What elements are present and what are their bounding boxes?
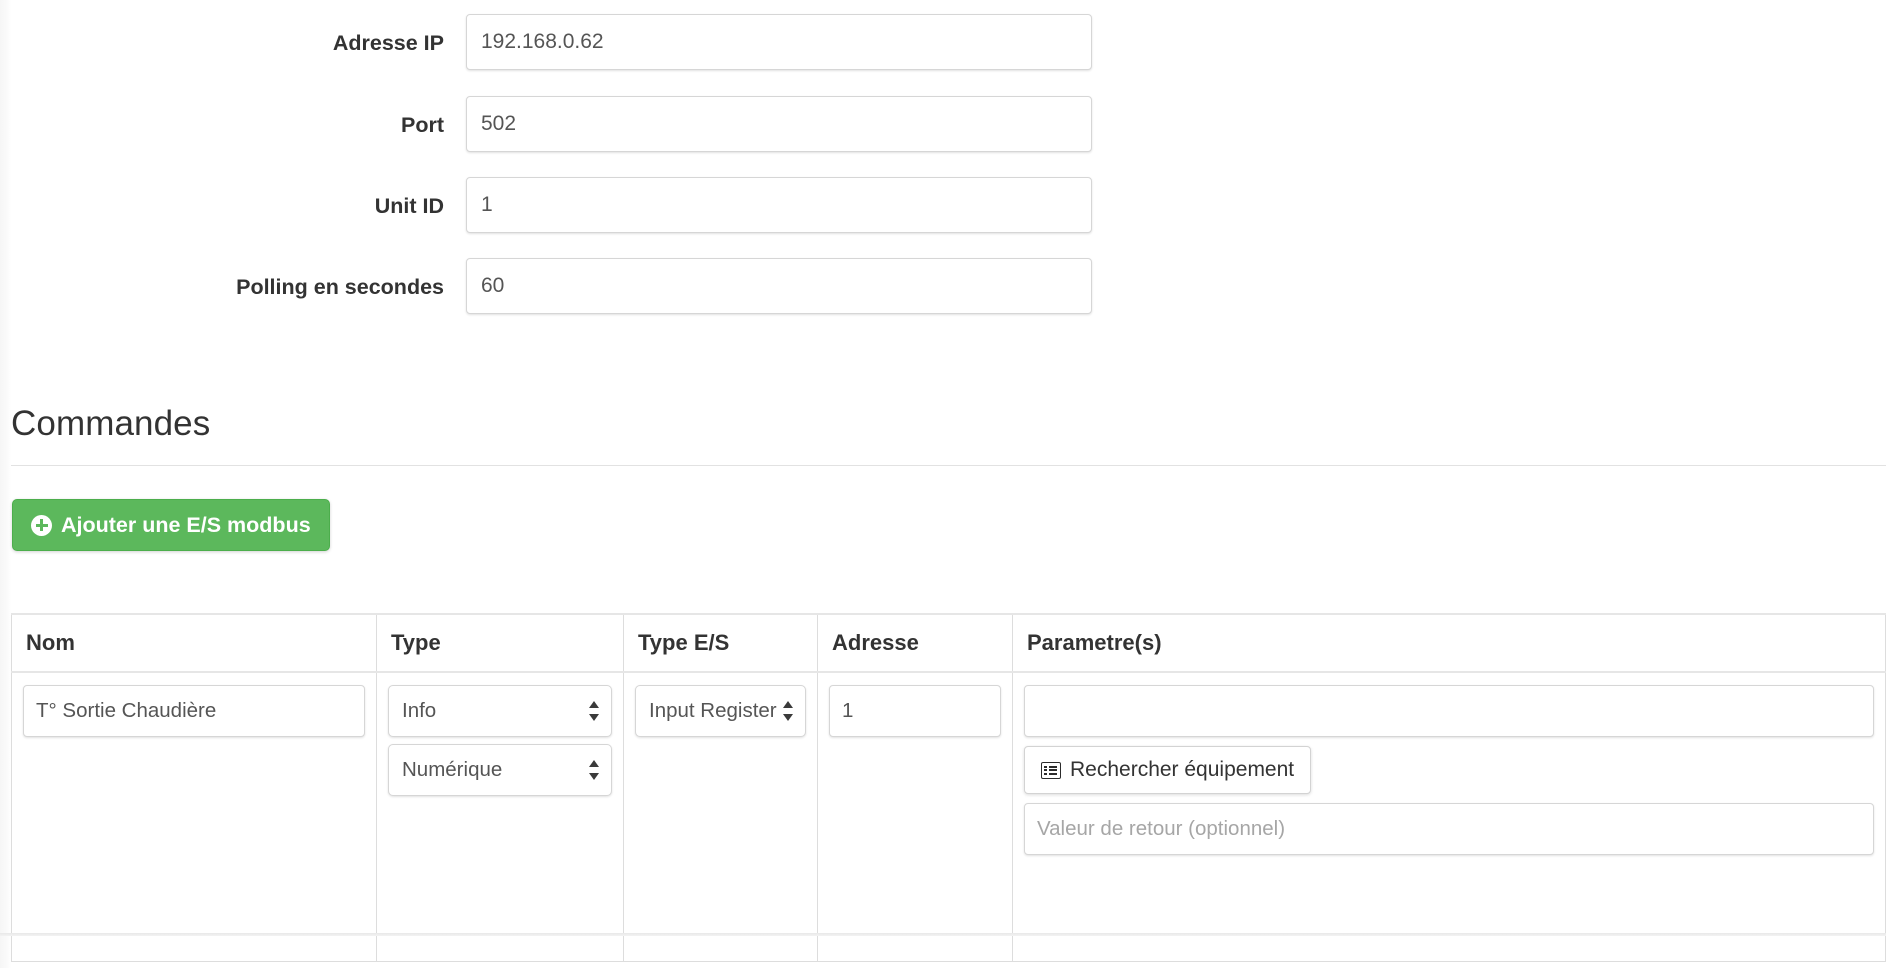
subtype-select[interactable]: Numérique <box>388 744 612 796</box>
table-bottom-divider <box>0 933 1886 936</box>
list-icon <box>1041 761 1061 779</box>
valeur-retour-input[interactable]: Valeur de retour (optionnel) <box>1024 803 1874 855</box>
page-title-commandes: Commandes <box>11 404 211 443</box>
chevron-updown-icon <box>589 700 600 722</box>
cell-type: Info Numérique <box>376 671 624 962</box>
form-row-port: Port 502 <box>0 82 1886 164</box>
chevron-updown-icon <box>783 700 794 722</box>
commands-table-head: Nom Type Type E/S Adresse Parametre(s) <box>11 613 1886 673</box>
column-header-adresse: Adresse <box>817 613 1013 673</box>
add-modbus-io-button[interactable]: Ajouter une E/S modbus <box>12 499 330 551</box>
form-row-polling: Polling en secondes 60 <box>0 244 1886 326</box>
column-header-type: Type <box>376 613 624 673</box>
input-port[interactable]: 502 <box>466 96 1092 152</box>
form-row-unit-id: Unit ID 1 <box>0 163 1886 245</box>
table-row: T° Sortie Chaudière Info Numérique Input… <box>11 671 1886 962</box>
plus-circle-icon <box>31 514 52 536</box>
cell-adresse: 1 <box>817 671 1013 962</box>
add-modbus-io-button-label: Ajouter une E/S modbus <box>61 512 311 537</box>
parametres-stack: Rechercher équipement Valeur de retour (… <box>1024 685 1874 855</box>
subtype-select-value: Numérique <box>402 758 503 781</box>
section-divider <box>11 465 1886 466</box>
table-header-row: Nom Type Type E/S Adresse Parametre(s) <box>11 613 1886 673</box>
cell-parametres: Rechercher équipement Valeur de retour (… <box>1012 671 1886 962</box>
label-port: Port <box>401 113 444 137</box>
label-adresse-ip: Adresse IP <box>332 31 444 55</box>
search-equipment-button[interactable]: Rechercher équipement <box>1024 746 1312 794</box>
column-header-nom: Nom <box>11 613 377 673</box>
commands-table: Nom Type Type E/S Adresse Parametre(s) T… <box>11 613 1886 962</box>
input-polling[interactable]: 60 <box>466 258 1092 314</box>
parametre-input[interactable] <box>1024 685 1874 737</box>
page-root: Adresse IP 192.168.0.62 Port 502 Unit ID… <box>0 0 1886 968</box>
type-es-select-value: Input Register <box>649 699 777 722</box>
form-row-adresse-ip: Adresse IP 192.168.0.62 <box>0 0 1886 82</box>
input-unit-id[interactable]: 1 <box>466 177 1092 233</box>
column-header-parametres: Parametre(s) <box>1012 613 1886 673</box>
type-select-value: Info <box>402 699 437 722</box>
input-adresse-ip[interactable]: 192.168.0.62 <box>466 14 1092 70</box>
nom-input[interactable]: T° Sortie Chaudière <box>23 685 365 737</box>
chevron-updown-icon <box>589 759 600 781</box>
adresse-input[interactable]: 1 <box>829 685 1001 737</box>
label-polling: Polling en secondes <box>236 275 444 299</box>
type-es-select[interactable]: Input Register <box>635 685 806 737</box>
cell-type-es: Input Register <box>623 671 818 962</box>
label-unit-id: Unit ID <box>374 194 444 218</box>
column-header-type-es: Type E/S <box>623 613 818 673</box>
cell-nom: T° Sortie Chaudière <box>11 671 377 962</box>
commands-table-body: T° Sortie Chaudière Info Numérique Input… <box>11 671 1886 962</box>
type-select[interactable]: Info <box>388 685 612 737</box>
search-equipment-button-label: Rechercher équipement <box>1070 758 1295 781</box>
